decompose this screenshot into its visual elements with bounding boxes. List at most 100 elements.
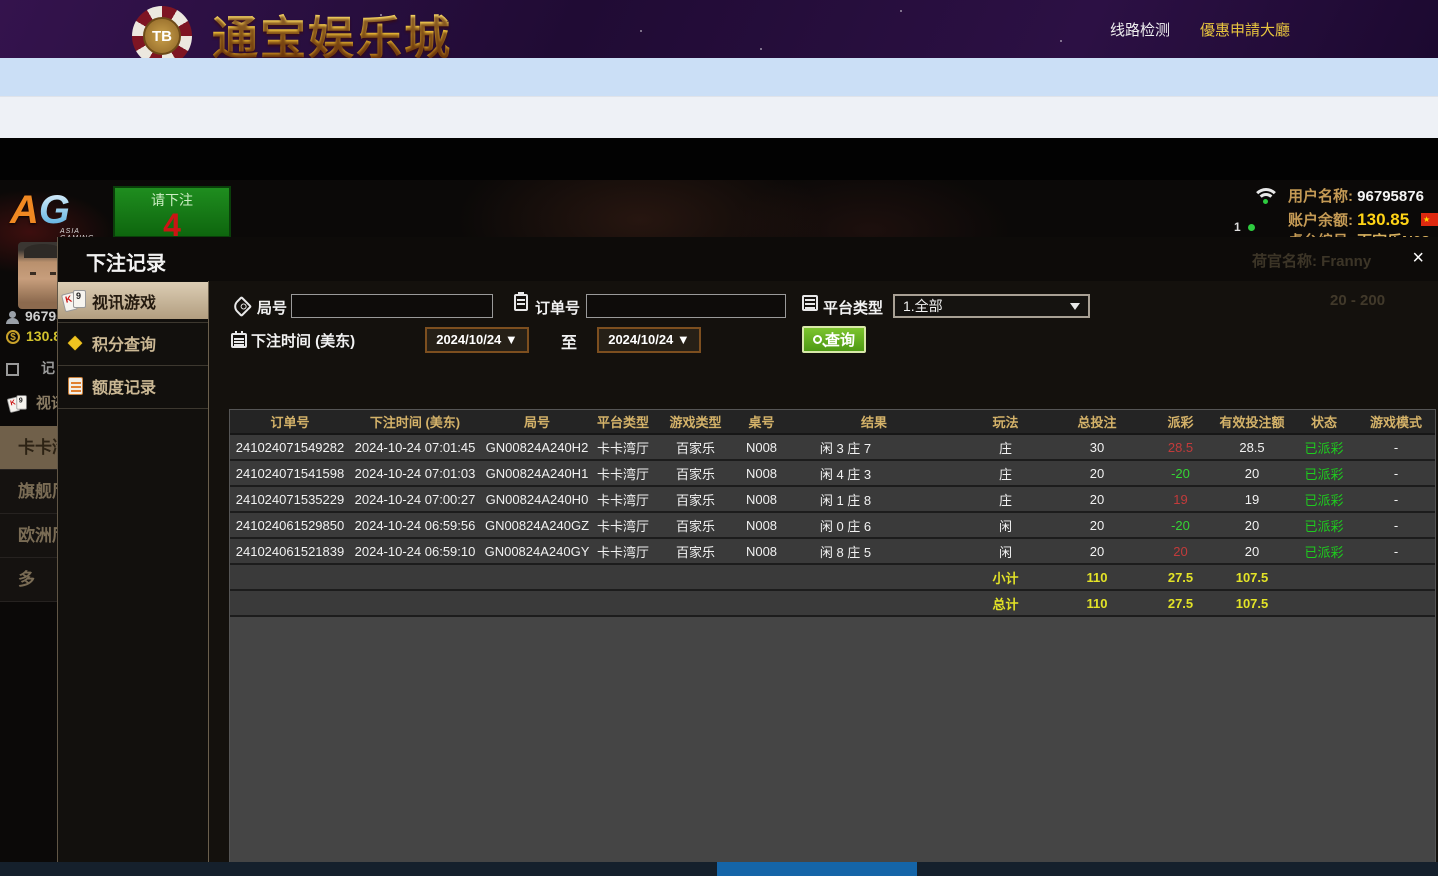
subtotal-row: 小计 110 27.5 107.5 (230, 565, 1435, 591)
date-from-select[interactable]: 2024/10/24 ▼ (425, 327, 529, 353)
person-icon (6, 311, 19, 324)
cell-platform: 卡卡湾厅 (594, 516, 652, 535)
net-dot-1 (1248, 224, 1255, 231)
cell-status: 已派彩 (1290, 542, 1358, 561)
cell-playtype: 庄 (964, 490, 1047, 509)
cell-result: 闲 1 庄 8 (784, 490, 907, 509)
cell-table: N008 (739, 492, 784, 507)
cards-icon: K9 (8, 395, 27, 413)
bottom-scrollbar-track (0, 862, 1438, 876)
bet-time-label: 下注时间 (美东) (251, 330, 355, 351)
document-icon (58, 377, 92, 395)
round-input[interactable] (291, 294, 493, 318)
cell-table: N008 (739, 544, 784, 559)
cell-order: 241024071549282 (230, 440, 350, 455)
cell-game: 百家乐 (652, 490, 739, 509)
tab-points-query[interactable]: ◆ 积分查询 (58, 324, 218, 361)
bottom-scrollbar-thumb[interactable] (717, 862, 917, 876)
cell-valid-bet: 20 (1214, 466, 1290, 481)
cell-game: 百家乐 (652, 542, 739, 561)
platform-select[interactable]: 1.全部 (893, 294, 1090, 318)
date-to-select[interactable]: 2024/10/24 ▼ (597, 327, 701, 353)
ag-logo-a: A (10, 188, 39, 232)
tab-credit-records[interactable]: 额度记录 (58, 367, 218, 404)
cell-bet: 20 (1047, 466, 1147, 481)
cell-payout: -20 (1147, 466, 1214, 481)
search-button[interactable]: 查询 (802, 326, 866, 353)
cell-valid-bet: 20 (1214, 544, 1290, 559)
chevron-down-icon (1070, 303, 1080, 315)
dialog-sidebar: K9 视讯游戏 ◆ 积分查询 额度记录 (58, 281, 208, 862)
cell-game: 百家乐 (652, 464, 739, 483)
cell-mode: - (1358, 518, 1434, 533)
wifi-icon (1252, 188, 1280, 208)
cell-playtype: 闲 (964, 542, 1047, 561)
cell-result: 闲 0 庄 6 (784, 516, 907, 535)
bg-note-row: 记 (0, 358, 55, 378)
net-line-1: 1 (1234, 220, 1241, 234)
url-bar[interactable]: gci.l842tbgc.com/agingame/pcv1/index.jsp… (0, 96, 1438, 138)
cell-mode: - (1358, 544, 1434, 559)
cell-bet: 20 (1047, 544, 1147, 559)
cell-payout: 28.5 (1147, 440, 1214, 455)
platform-selected-value: 1.全部 (903, 298, 943, 314)
cell-playtype: 庄 (964, 464, 1047, 483)
bet-countdown-box: 请下注 4 (113, 186, 231, 238)
cell-payout: 19 (1147, 492, 1214, 507)
tab-label: 积分查询 (92, 331, 156, 355)
site-logo-text: 通宝娱乐城 (212, 2, 452, 58)
cell-table: N008 (739, 518, 784, 533)
order-label: 订单号 (535, 297, 580, 318)
search-icon (813, 335, 822, 344)
cell-playtype: 闲 (964, 516, 1047, 535)
promo-hall-link[interactable]: 優惠申請大廳 (1200, 19, 1290, 40)
table-row: 241024071549282 2024-10-24 07:01:45 GN00… (230, 435, 1435, 461)
tab-video-games[interactable]: K9 视讯游戏 (58, 282, 218, 319)
table-row: 241024061529850 2024-10-24 06:59:56 GN00… (230, 513, 1435, 539)
playing-cards-icon: K9 (58, 290, 92, 312)
cell-order: 241024061529850 (230, 518, 350, 533)
cell-time: 2024-10-24 07:01:03 (350, 466, 480, 481)
cell-payout: 20 (1147, 544, 1214, 559)
order-input[interactable] (586, 294, 786, 318)
cell-status: 已派彩 (1290, 464, 1358, 483)
tb-chip-text: TB (143, 17, 181, 55)
line-check-link[interactable]: 线路检测 (1110, 19, 1170, 40)
black-strip (0, 138, 1438, 180)
total-row: 总计 110 27.5 107.5 (230, 591, 1435, 617)
close-icon[interactable]: × (1412, 247, 1424, 269)
table-body: 241024071549282 2024-10-24 07:01:45 GN00… (230, 435, 1435, 565)
edit-icon (6, 363, 19, 376)
window-titlebar: A G Asia Gaming - Google Chrome (0, 58, 1438, 96)
table-row: 241024071541598 2024-10-24 07:01:03 GN00… (230, 461, 1435, 487)
cell-round: GN00824A240H1 (480, 466, 594, 481)
cell-time: 2024-10-24 06:59:56 (350, 518, 480, 533)
cell-mode: - (1358, 492, 1434, 507)
bet-records-table: 订单号 下注时间 (美东) 局号 平台类型 游戏类型 桌号 结果 玩法 总投注 … (229, 409, 1436, 876)
dialog-titlebar: 下注记录 × (58, 237, 1438, 281)
cell-mode: - (1358, 466, 1434, 481)
user-info-line: 用户名称: 96795876 (1288, 185, 1424, 206)
ag-logo-g: G (39, 188, 70, 232)
cell-result: 闲 4 庄 3 (784, 464, 907, 483)
cell-game: 百家乐 (652, 516, 739, 535)
tab-label: 视讯游戏 (92, 289, 156, 313)
cell-valid-bet: 19 (1214, 492, 1290, 507)
cell-table: N008 (739, 440, 784, 455)
dialog-title: 下注记录 (86, 247, 166, 276)
table-header: 订单号 下注时间 (美东) 局号 平台类型 游戏类型 桌号 结果 玩法 总投注 … (230, 410, 1435, 435)
faint-dealer-line: 荷官名称: Franny (1252, 250, 1371, 271)
balance-info-line: 账户余额: 130.85 (1288, 209, 1409, 230)
screen: TB 通宝娱乐城 线路检测 優惠申請大廳 A G Asia Gaming - G… (0, 0, 1438, 876)
cell-platform: 卡卡湾厅 (594, 490, 652, 509)
cell-time: 2024-10-24 06:59:10 (350, 544, 480, 559)
search-button-label: 查询 (825, 329, 855, 350)
bet-countdown: 4 (115, 210, 229, 240)
cell-order: 241024061521839 (230, 544, 350, 559)
cell-platform: 卡卡湾厅 (594, 542, 652, 561)
money-icon: $ (6, 330, 20, 344)
china-flag-icon: ★ (1421, 213, 1438, 226)
cell-round: GN00824A240GZ (480, 518, 594, 533)
cell-time: 2024-10-24 07:01:45 (350, 440, 480, 455)
bet-records-dialog: 下注记录 × K9 视讯游戏 ◆ 积分查询 额度记录 (57, 237, 1438, 862)
